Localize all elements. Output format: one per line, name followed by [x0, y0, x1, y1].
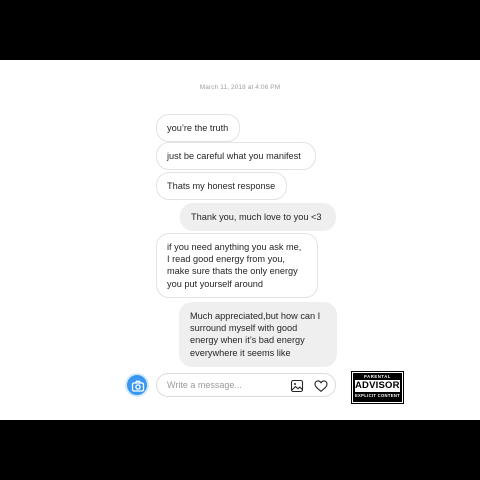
letterbox-top	[0, 0, 480, 60]
advisory-line-2: ADVISORY	[355, 380, 403, 392]
message-input[interactable]	[167, 379, 277, 391]
camera-button[interactable]	[125, 373, 149, 397]
message-composer	[156, 373, 336, 397]
chat-screen: March 11, 2018 at 4:06 PM you’re the tru…	[0, 60, 480, 420]
image-icon[interactable]	[290, 379, 304, 393]
message-bubble-incoming: just be careful what you manifest	[156, 142, 316, 171]
message-bubble-incoming: you’re the truth	[156, 114, 240, 143]
message-bubble-incoming: if you need anything you ask me, I read …	[156, 233, 318, 298]
advisory-line-3: EXPLICIT CONTENT	[354, 393, 401, 398]
message-bubble-outgoing: Thank you, much love to you <3	[180, 203, 336, 232]
message-bubble-incoming: Thats my honest response	[156, 172, 287, 201]
letterbox-bottom	[0, 420, 480, 480]
camera-icon	[131, 380, 145, 392]
heart-icon[interactable]	[314, 379, 328, 393]
message-timestamp: March 11, 2018 at 4:06 PM	[199, 84, 281, 91]
parental-advisory-logo: PARENTAL ADVISORY EXPLICIT CONTENT	[351, 371, 404, 404]
message-bubble-outgoing: Much appreciated,but how can I surround …	[179, 302, 337, 367]
